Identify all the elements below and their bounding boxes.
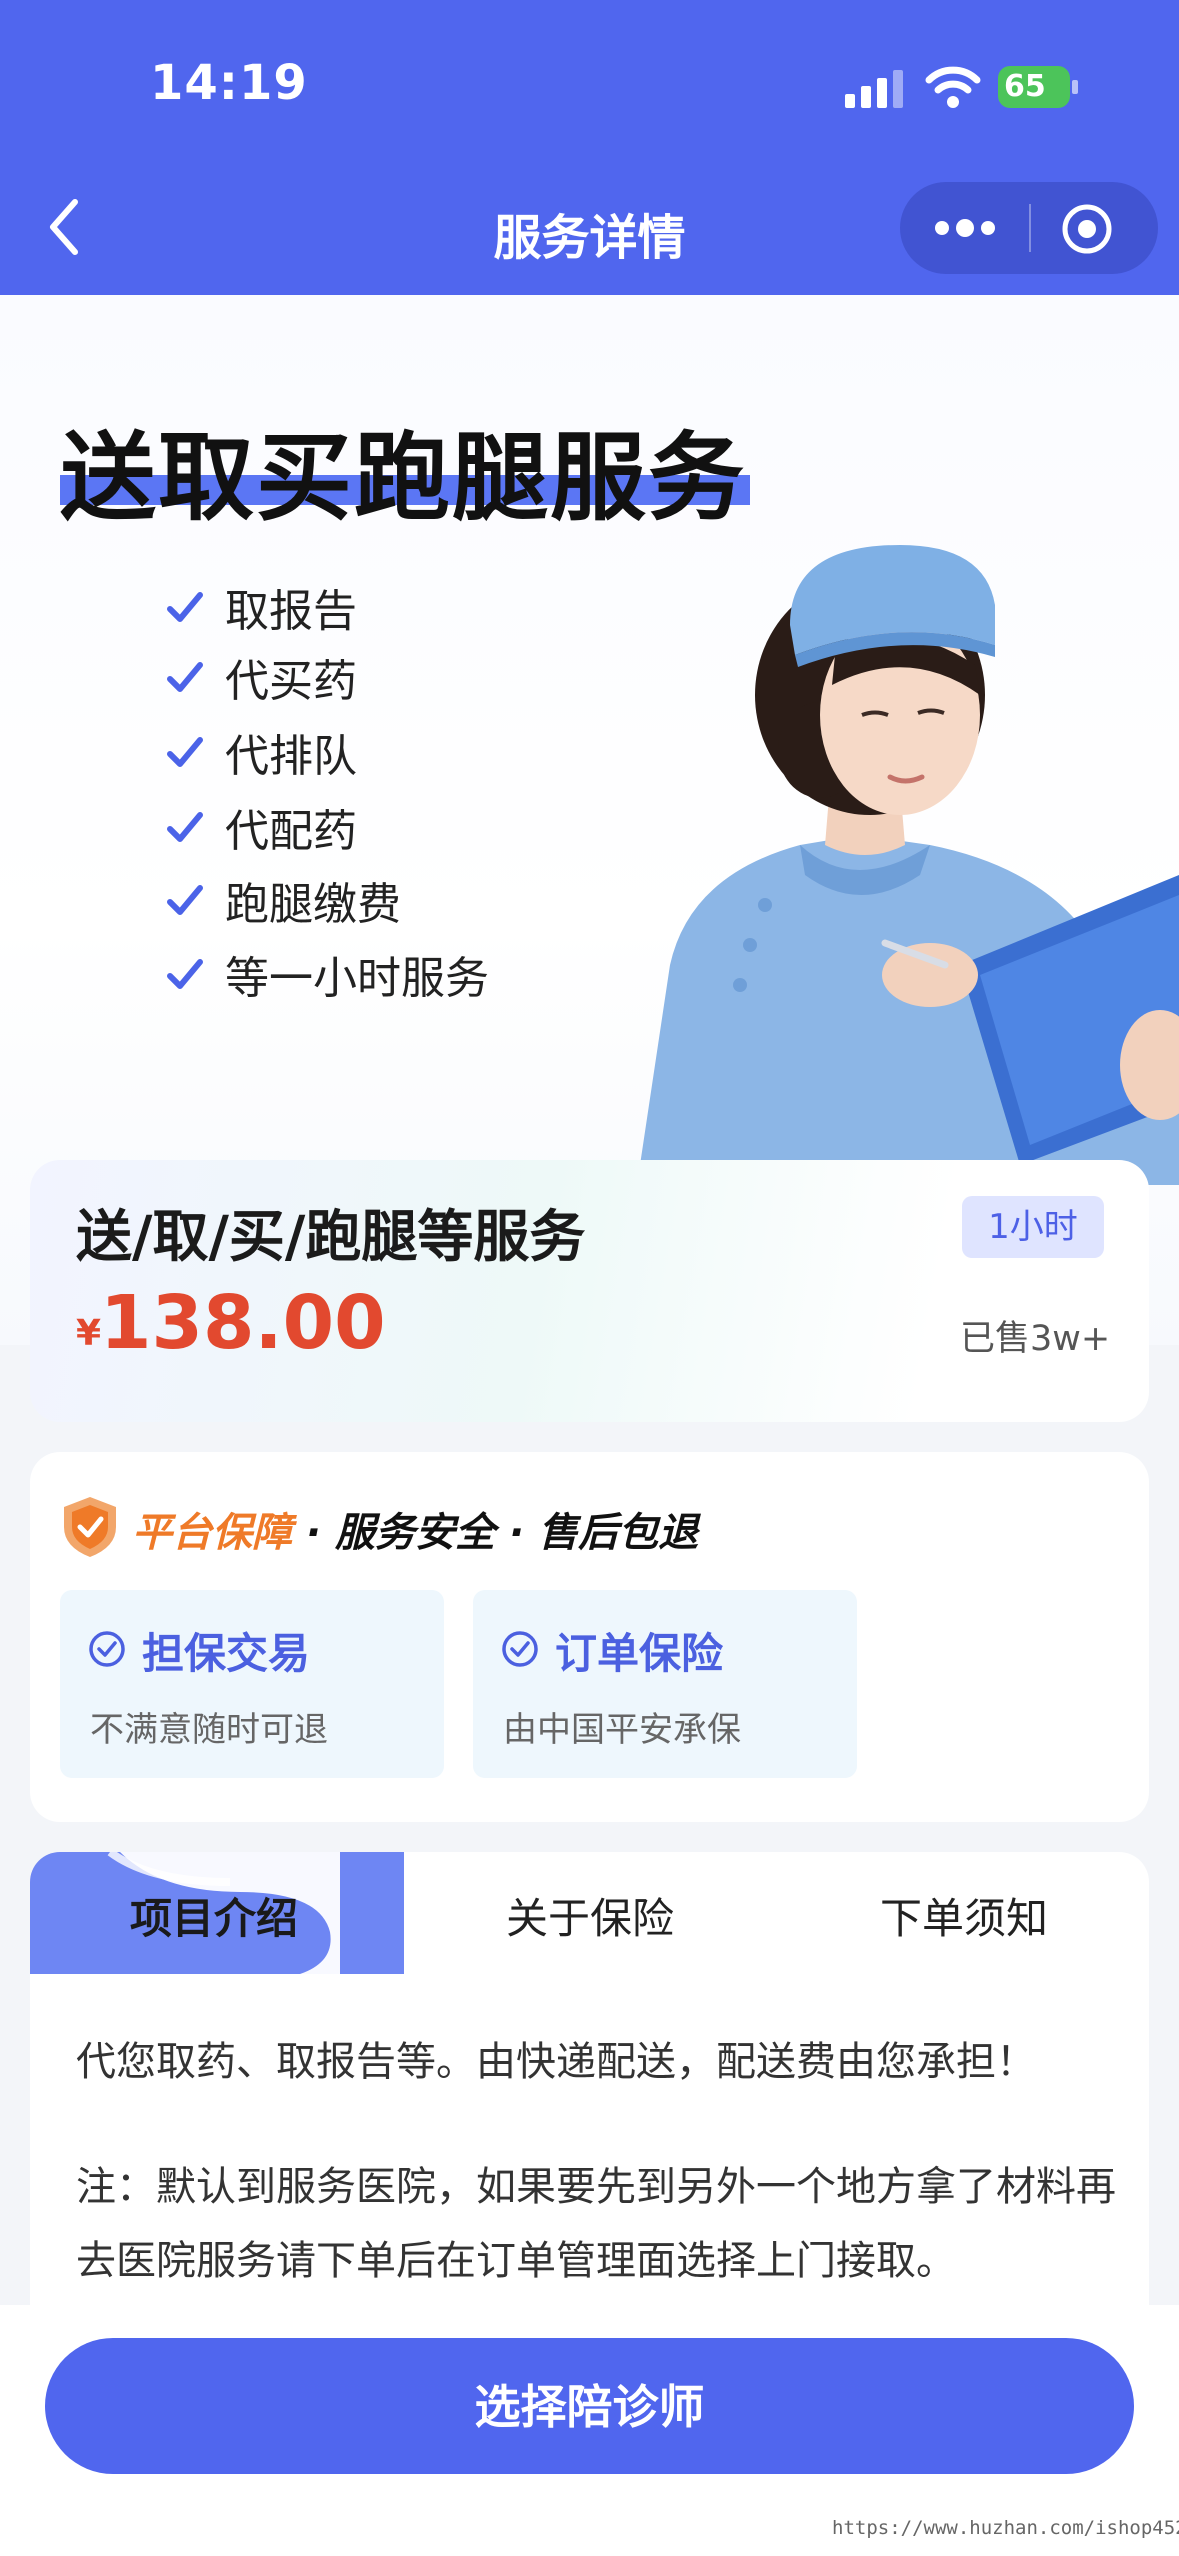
- sold-count: 已售3w+: [960, 1319, 1111, 1359]
- guarantee-title-points: · 服务安全 · 售后包退: [292, 1510, 699, 1556]
- feature-label: 代配药: [225, 806, 357, 857]
- feature-item: 代配药: [165, 795, 357, 859]
- guarantee-item-subtitle: 由中国平安承保: [503, 1710, 741, 1750]
- guarantee-item-title: 担保交易: [142, 1629, 311, 1678]
- cellular-signal-icon: [845, 70, 903, 108]
- feature-item: 代排队: [165, 720, 357, 784]
- shield-icon: [64, 1497, 116, 1557]
- guarantee-title-brand: 平台保障: [132, 1510, 292, 1556]
- feature-item: 等一小时服务: [165, 942, 489, 1006]
- currency-symbol: ¥: [76, 1313, 102, 1354]
- close-target-icon[interactable]: [1060, 202, 1114, 256]
- more-dots-icon[interactable]: [928, 202, 1002, 254]
- feature-item: 取报告: [165, 575, 357, 639]
- note-paragraph: 注：默认到服务医院，如果要先到另外一个地方拿了材料再去医院服务请下单后在订单管理…: [76, 2164, 1116, 2284]
- status-time: 14:19: [150, 55, 308, 111]
- guarantee-item-insurance: 订单保险 由中国平安承保: [473, 1590, 857, 1778]
- mini-program-capsule: [900, 182, 1158, 274]
- product-price: 138.00: [100, 1280, 386, 1366]
- select-escort-button[interactable]: 选择陪诊师: [45, 2338, 1134, 2474]
- feature-label: 取报告: [225, 586, 357, 637]
- tab-order-notice[interactable]: 下单须知: [880, 1885, 1048, 1946]
- check-icon: [167, 812, 203, 842]
- intro-paragraph: 代您取药、取报告等。由快递配送，配送费由您承担！: [76, 2039, 1036, 2085]
- banner-title: 送取买跑腿服务: [60, 422, 746, 534]
- battery-icon: 65: [998, 66, 1078, 108]
- battery-level: 65: [1004, 69, 1046, 104]
- guarantee-item-subtitle: 不满意随时可退: [90, 1710, 328, 1750]
- nurse-illustration: [630, 545, 1179, 1185]
- feature-item: 代买药: [165, 645, 357, 709]
- tab-project-intro[interactable]: 项目介绍: [130, 1885, 298, 1946]
- check-circle-icon: [502, 1631, 538, 1667]
- watermark-url: https://www.huzhan.com/ishop45282: [832, 2517, 1179, 2539]
- check-icon: [167, 737, 203, 767]
- check-circle-icon: [89, 1631, 125, 1667]
- product-name: 送/取/买/跑腿等服务: [76, 1205, 586, 1270]
- wifi-icon: [925, 66, 981, 108]
- feature-label: 代排队: [225, 731, 357, 782]
- feature-label: 跑腿缴费: [225, 879, 401, 930]
- guarantee-item-escrow: 担保交易 不满意随时可退: [60, 1590, 444, 1778]
- guarantee-title: 平台保障 · 服务安全 · 售后包退: [132, 1500, 698, 1558]
- feature-label: 代买药: [225, 656, 357, 707]
- feature-label: 等一小时服务: [225, 953, 489, 1004]
- check-icon: [167, 662, 203, 692]
- check-icon: [167, 885, 203, 915]
- tab-about-insurance[interactable]: 关于保险: [506, 1885, 674, 1946]
- duration-tag: 1小时: [962, 1196, 1104, 1258]
- check-icon: [167, 592, 203, 622]
- guarantee-item-title: 订单保险: [555, 1629, 724, 1678]
- feature-item: 跑腿缴费: [165, 868, 401, 932]
- check-icon: [167, 959, 203, 989]
